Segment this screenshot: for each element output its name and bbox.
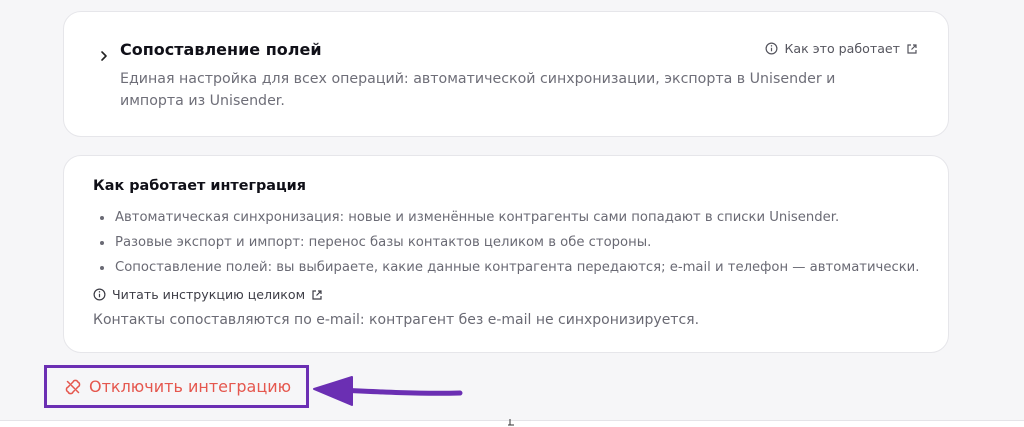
field-mapping-card: Сопоставление полей Единая настройка для… bbox=[63, 11, 949, 137]
field-mapping-description: Единая настройка для всех операций: авто… bbox=[120, 71, 836, 109]
read-instructions-label: Читать инструкцию целиком bbox=[112, 287, 306, 302]
info-circle-icon bbox=[765, 42, 778, 55]
list-item: Сопоставление полей: вы выбираете, какие… bbox=[93, 257, 919, 282]
disable-integration-button[interactable]: Отключить интеграцию bbox=[44, 365, 309, 408]
annotation-arrow-icon bbox=[313, 376, 463, 406]
read-instructions-link[interactable]: Читать инструкцию целиком bbox=[93, 287, 323, 302]
chevron-right-icon[interactable] bbox=[98, 50, 110, 62]
info-circle-icon bbox=[93, 288, 106, 301]
external-link-icon bbox=[907, 43, 917, 54]
list-item: Разовые экспорт и импорт: перенос базы к… bbox=[93, 232, 919, 257]
how-it-works-link[interactable]: Как это работает bbox=[765, 41, 918, 56]
disable-integration-label: Отключить интеграцию bbox=[89, 377, 292, 396]
text-cursor-icon bbox=[508, 419, 514, 426]
email-matching-note: Контакты сопоставляются по e-mail: контр… bbox=[93, 312, 700, 328]
field-mapping-title[interactable]: Сопоставление полей bbox=[120, 40, 322, 59]
integration-info-list: Автоматическая синхронизация: новые и из… bbox=[93, 207, 919, 282]
list-item: Автоматическая синхронизация: новые и из… bbox=[93, 207, 919, 232]
external-link-icon bbox=[312, 289, 322, 300]
how-it-works-label: Как это работает bbox=[784, 41, 900, 56]
integration-info-title: Как работает интеграция bbox=[93, 178, 307, 194]
unlink-icon bbox=[65, 379, 81, 394]
integration-info-card: Как работает интеграция Автоматическая с… bbox=[63, 155, 949, 353]
